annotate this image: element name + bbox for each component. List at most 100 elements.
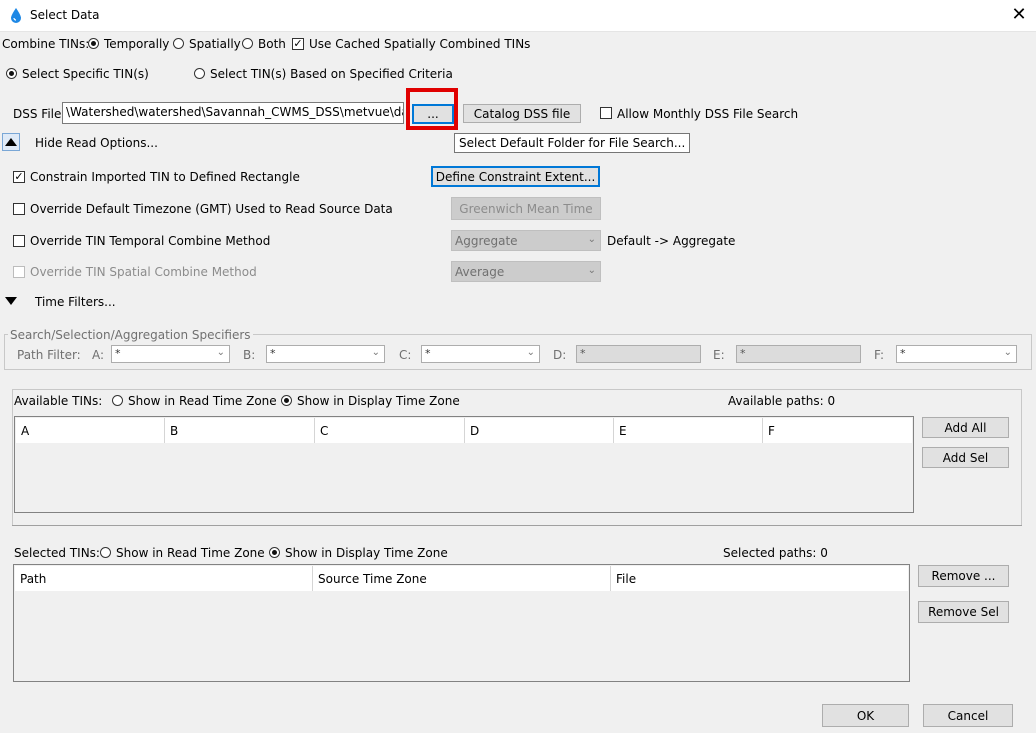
override-temporal-checkbox[interactable]	[13, 235, 25, 247]
hide-read-options-label[interactable]: Hide Read Options...	[35, 136, 158, 150]
chevron-down-icon: ⌄	[1003, 347, 1012, 358]
specifiers-legend: Search/Selection/Aggregation Specifiers	[8, 328, 253, 342]
override-spatial-checkbox	[13, 266, 25, 278]
selected-table[interactable]: Path Source Time Zone File	[13, 564, 910, 682]
triangle-up-icon	[5, 138, 17, 146]
part-a-value: *	[115, 347, 121, 360]
use-cached-label: Use Cached Spatially Combined TINs	[309, 37, 531, 51]
part-f-select[interactable]: * ⌄	[896, 345, 1017, 363]
both-radio[interactable]	[242, 38, 253, 49]
part-b-select[interactable]: * ⌄	[266, 345, 385, 363]
water-drop-icon	[11, 8, 21, 23]
selected-display-tz-radio[interactable]	[269, 547, 280, 558]
highlight-box	[406, 88, 458, 130]
part-d-label: D:	[553, 348, 567, 362]
override-timezone-checkbox[interactable]	[13, 203, 25, 215]
chevron-down-icon: ⌄	[587, 265, 596, 276]
chevron-down-icon: ⌄	[587, 234, 596, 245]
part-f-label: F:	[874, 348, 885, 362]
cancel-button[interactable]: Cancel	[923, 704, 1013, 727]
chevron-down-icon: ⌄	[526, 347, 535, 358]
use-cached-checkbox[interactable]: ✓	[292, 38, 304, 50]
part-c-select[interactable]: * ⌄	[421, 345, 540, 363]
title-bar: Select Data ✕	[0, 0, 1036, 32]
window-title: Select Data	[30, 8, 100, 22]
column-header-b[interactable]: B	[165, 418, 315, 443]
available-read-tz-radio[interactable]	[112, 395, 123, 406]
hide-read-options-toggle[interactable]	[2, 133, 20, 151]
part-c-label: C:	[399, 348, 412, 362]
select-criteria-label: Select TIN(s) Based on Specified Criteri…	[210, 67, 453, 81]
override-timezone-label: Override Default Timezone (GMT) Used to …	[30, 202, 393, 216]
time-filters-toggle[interactable]	[2, 292, 20, 310]
part-e-field[interactable]: *	[736, 345, 861, 363]
selected-paths-count: Selected paths: 0	[723, 546, 828, 560]
close-icon[interactable]: ✕	[1004, 4, 1034, 28]
temporal-method-value: Aggregate	[455, 234, 518, 248]
spatially-radio[interactable]	[173, 38, 184, 49]
part-e-label: E:	[713, 348, 725, 362]
available-paths-count: Available paths: 0	[728, 394, 836, 408]
combine-tins-label: Combine TINs:	[2, 37, 90, 51]
temporally-label: Temporally	[104, 37, 170, 51]
ok-button[interactable]: OK	[822, 704, 909, 727]
define-constraint-extent-button[interactable]: Define Constraint Extent...	[431, 166, 600, 187]
part-a-label: A:	[92, 348, 105, 362]
catalog-dss-button[interactable]: Catalog DSS file	[463, 104, 581, 123]
available-table[interactable]: A B C D E F	[14, 416, 914, 513]
timezone-button[interactable]: Greenwich Mean Time	[451, 197, 601, 220]
temporal-default-label: Default -> Aggregate	[607, 234, 736, 248]
part-c-value: *	[425, 347, 431, 360]
chevron-down-icon: ⌄	[216, 347, 225, 358]
temporal-method-select[interactable]: Aggregate ⌄	[451, 230, 601, 251]
available-table-header: A B C D E F	[16, 418, 912, 443]
remove-button[interactable]: Remove ...	[918, 565, 1009, 587]
browse-tooltip: Select Default Folder for File Search...	[454, 133, 691, 153]
available-read-tz-label: Show in Read Time Zone	[128, 394, 277, 408]
column-header-d[interactable]: D	[465, 418, 614, 443]
selected-read-tz-label: Show in Read Time Zone	[116, 546, 265, 560]
selected-read-tz-radio[interactable]	[100, 547, 111, 558]
chevron-down-icon: ⌄	[371, 347, 380, 358]
part-b-label: B:	[243, 348, 256, 362]
column-header-c[interactable]: C	[315, 418, 465, 443]
select-criteria-radio[interactable]	[194, 68, 205, 79]
both-label: Both	[258, 37, 286, 51]
available-display-tz-label: Show in Display Time Zone	[297, 394, 460, 408]
triangle-down-icon	[5, 297, 17, 305]
path-filter-label: Path Filter:	[17, 348, 81, 362]
part-b-value: *	[270, 347, 276, 360]
override-temporal-label: Override TIN Temporal Combine Method	[30, 234, 271, 248]
temporally-radio[interactable]	[88, 38, 99, 49]
part-a-select[interactable]: * ⌄	[111, 345, 230, 363]
spatial-method-select: Average ⌄	[451, 261, 601, 282]
add-sel-button[interactable]: Add Sel	[922, 447, 1009, 468]
available-tins-label: Available TINs:	[14, 394, 103, 408]
column-header-a[interactable]: A	[16, 418, 165, 443]
column-header-file[interactable]: File	[611, 566, 908, 591]
selected-table-header: Path Source Time Zone File	[15, 566, 908, 591]
dss-file-label: DSS File:	[13, 107, 66, 121]
part-d-field[interactable]: *	[576, 345, 701, 363]
select-specific-label: Select Specific TIN(s)	[22, 67, 149, 81]
available-display-tz-radio[interactable]	[281, 395, 292, 406]
constrain-checkbox[interactable]: ✓	[13, 171, 25, 183]
spatially-label: Spatially	[189, 37, 241, 51]
part-f-value: *	[900, 347, 906, 360]
override-spatial-label: Override TIN Spatial Combine Method	[30, 265, 257, 279]
section-divider	[12, 525, 1022, 526]
column-header-path[interactable]: Path	[15, 566, 313, 591]
column-header-e[interactable]: E	[614, 418, 763, 443]
monthly-search-label: Allow Monthly DSS File Search	[617, 107, 799, 121]
time-filters-label[interactable]: Time Filters...	[35, 295, 116, 309]
column-header-f[interactable]: F	[763, 418, 912, 443]
dss-file-input[interactable]: \Watershed\watershed\Savannah_CWMS_DSS\m…	[62, 102, 404, 124]
selected-display-tz-label: Show in Display Time Zone	[285, 546, 448, 560]
spatial-method-value: Average	[455, 265, 505, 279]
monthly-search-checkbox[interactable]	[600, 107, 612, 119]
add-all-button[interactable]: Add All	[922, 417, 1009, 438]
constrain-label: Constrain Imported TIN to Defined Rectan…	[30, 170, 300, 184]
remove-sel-button[interactable]: Remove Sel	[918, 601, 1009, 623]
column-header-source-time-zone[interactable]: Source Time Zone	[313, 566, 611, 591]
select-specific-radio[interactable]	[6, 68, 17, 79]
